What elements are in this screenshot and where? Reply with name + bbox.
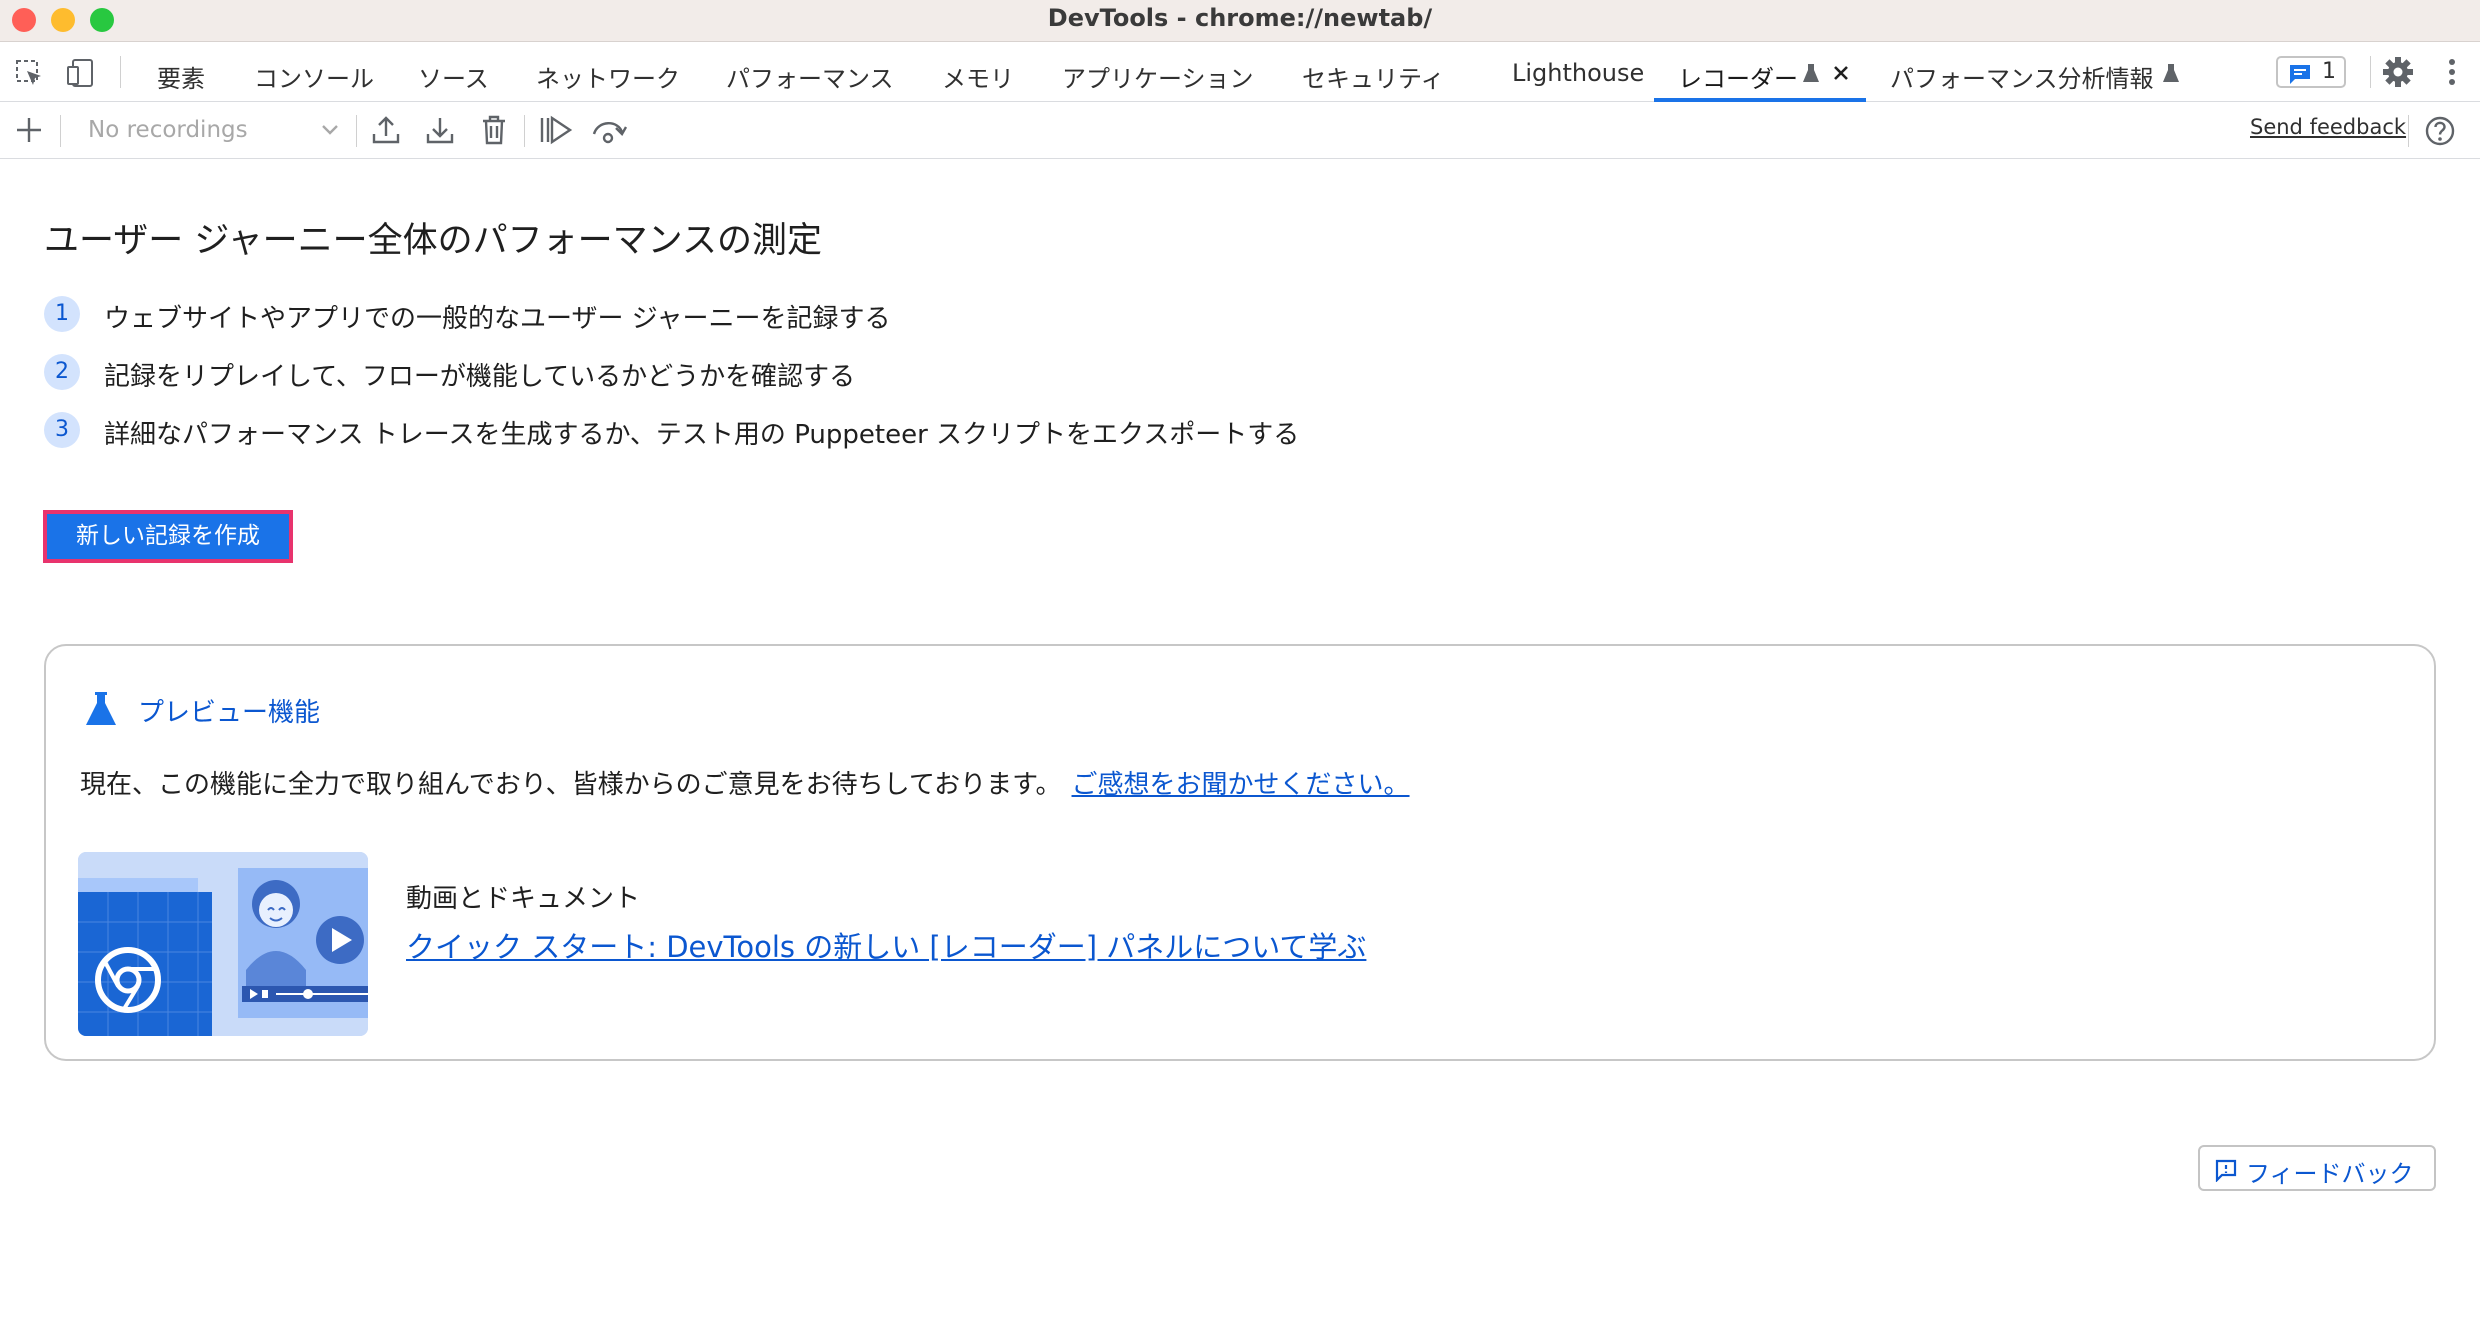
step-number-badge: 2 xyxy=(44,354,80,390)
chevron-down-icon xyxy=(320,123,340,137)
help-icon[interactable] xyxy=(2424,115,2456,147)
divider xyxy=(2370,56,2371,88)
step-number-badge: 1 xyxy=(44,296,80,332)
divider xyxy=(356,115,357,147)
window-titlebar: DevTools - chrome://newtab/ xyxy=(0,0,2480,42)
tab-network[interactable]: ネットワーク xyxy=(536,59,680,94)
feedback-icon xyxy=(2214,1158,2238,1182)
divider xyxy=(2408,115,2409,147)
preview-feature-description: 現在、この機能に全力で取り組んでおり、皆様からのご意見をお待ちしております。 ご感… xyxy=(80,764,1410,801)
more-options-icon[interactable] xyxy=(2444,56,2460,88)
divider xyxy=(60,115,61,147)
create-recording-button[interactable]: 新しい記録を作成 xyxy=(43,510,293,563)
replay-icon[interactable] xyxy=(538,114,574,146)
device-toolbar-icon[interactable] xyxy=(66,58,96,88)
close-icon[interactable] xyxy=(1832,64,1850,82)
issues-counter-button[interactable]: 1 xyxy=(2276,56,2346,88)
tab-performance[interactable]: パフォーマンス xyxy=(726,59,894,94)
step-over-icon[interactable] xyxy=(590,114,628,146)
tab-console[interactable]: コンソール xyxy=(254,59,374,94)
divider xyxy=(524,115,525,147)
quick-start-link[interactable]: クイック スタート: DevTools の新しい [レコーダー] パネルについて… xyxy=(406,924,1366,966)
tab-performance-insights[interactable]: パフォーマンス分析情報 xyxy=(1890,59,2154,94)
tab-application[interactable]: アプリケーション xyxy=(1062,59,1254,94)
feedback-button[interactable]: フィードバック xyxy=(2198,1145,2436,1191)
add-recording-icon[interactable] xyxy=(14,115,44,145)
flask-icon xyxy=(1802,62,1820,84)
gear-icon[interactable] xyxy=(2382,56,2414,88)
issues-count: 1 xyxy=(2322,59,2336,84)
inspect-element-icon[interactable] xyxy=(14,58,44,88)
delete-icon[interactable] xyxy=(478,114,510,146)
media-label: 動画とドキュメント xyxy=(406,884,641,914)
recording-select[interactable]: No recordings xyxy=(72,111,348,151)
window-title: DevTools - chrome://newtab/ xyxy=(1047,4,1433,32)
step-text: 記録をリプレイして、フローが機能しているかどうかを確認する xyxy=(104,362,856,392)
divider xyxy=(120,56,121,88)
preview-feature-title: プレビュー機能 xyxy=(138,698,321,728)
import-icon[interactable] xyxy=(424,114,456,146)
flask-icon xyxy=(2162,62,2180,84)
tab-lighthouse[interactable]: Lighthouse xyxy=(1512,59,1644,87)
export-icon[interactable] xyxy=(370,114,402,146)
tab-elements[interactable]: 要素 xyxy=(157,59,205,94)
tab-security[interactable]: セキュリティ xyxy=(1302,59,1445,94)
issue-message-icon xyxy=(2288,63,2312,85)
step-text: 詳細なパフォーマンス トレースを生成するか、テスト用の Puppeteer スク… xyxy=(104,420,1300,450)
description-text: 現在、この機能に全力で取り組んでおり、皆様からのご意見をお待ちしております。 xyxy=(80,770,1062,800)
feedback-button-label: フィードバック xyxy=(2246,1160,2414,1188)
step-number-badge: 3 xyxy=(44,412,80,448)
preview-feature-card: プレビュー機能 現在、この機能に全力で取り組んでおり、皆様からのご意見をお待ちし… xyxy=(44,644,2436,1061)
tab-recorder-label: レコーダー xyxy=(1678,65,1798,93)
tab-memory[interactable]: メモリ xyxy=(942,59,1014,94)
page-title: ユーザー ジャーニー全体のパフォーマンスの測定 xyxy=(44,221,822,261)
give-feedback-link[interactable]: ご感想をお聞かせください。 xyxy=(1072,770,1410,800)
video-thumbnail[interactable] xyxy=(78,852,368,1036)
step-text: ウェブサイトやアプリでの一般的なユーザー ジャーニーを記録する xyxy=(104,304,891,334)
flask-icon xyxy=(84,690,118,728)
panel-tab-bar: 要素 コンソール ソース ネットワーク パフォーマンス メモリ アプリケーション… xyxy=(0,42,2480,102)
active-tab-indicator xyxy=(1654,98,1866,102)
tab-recorder[interactable]: レコーダー xyxy=(1678,59,1798,94)
recording-select-placeholder: No recordings xyxy=(88,117,248,143)
play-icon xyxy=(306,912,362,968)
tab-sources[interactable]: ソース xyxy=(418,59,489,94)
recorder-toolbar: No recordings Send feedback xyxy=(0,103,2480,159)
send-feedback-link[interactable]: Send feedback xyxy=(2250,115,2406,139)
